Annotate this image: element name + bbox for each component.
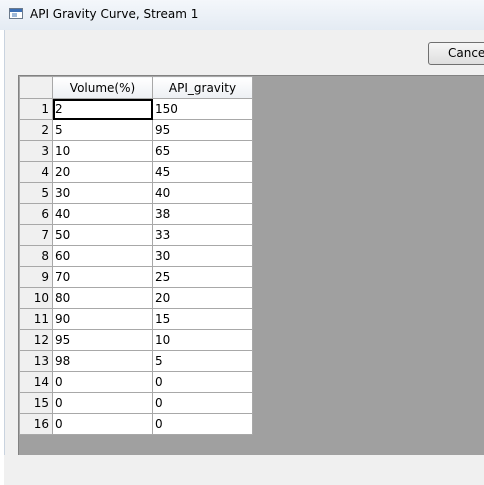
row-header[interactable]: 2 bbox=[19, 119, 53, 141]
api-gravity-cell[interactable]: 65 bbox=[152, 140, 253, 162]
table-row: 14 0 0 bbox=[19, 371, 253, 393]
api-gravity-cell[interactable]: 33 bbox=[152, 224, 253, 246]
row-header[interactable]: 8 bbox=[19, 245, 53, 267]
api-gravity-cell[interactable]: 95 bbox=[152, 119, 253, 141]
table-row: 9 70 25 bbox=[19, 266, 253, 288]
table-row: 11 90 15 bbox=[19, 308, 253, 330]
volume-cell[interactable]: 90 bbox=[52, 308, 153, 330]
api-gravity-cell[interactable]: 30 bbox=[152, 245, 253, 267]
column-header-api-gravity[interactable]: API_gravity bbox=[152, 76, 253, 99]
volume-cell[interactable]: 40 bbox=[52, 203, 153, 225]
row-header[interactable]: 9 bbox=[19, 266, 53, 288]
row-header[interactable]: 1 bbox=[19, 98, 53, 120]
api-gravity-cell[interactable]: 150 bbox=[152, 98, 253, 120]
volume-cell[interactable]: 0 bbox=[52, 413, 153, 435]
api-gravity-cell[interactable]: 0 bbox=[152, 413, 253, 435]
volume-cell[interactable]: 98 bbox=[52, 350, 153, 372]
row-header[interactable]: 6 bbox=[19, 203, 53, 225]
table-row: 4 20 45 bbox=[19, 161, 253, 183]
row-header[interactable]: 7 bbox=[19, 224, 53, 246]
table-row: 13 98 5 bbox=[19, 350, 253, 372]
api-gravity-cell[interactable]: 25 bbox=[152, 266, 253, 288]
table-row: 3 10 65 bbox=[19, 140, 253, 162]
row-header[interactable]: 10 bbox=[19, 287, 53, 309]
api-gravity-table: Volume(%) API_gravity 1 2 150 2 5 95 3 10 65 4 20 4… bbox=[19, 76, 253, 435]
table-row: 6 40 38 bbox=[19, 203, 253, 225]
row-header[interactable]: 14 bbox=[19, 371, 53, 393]
table-row: 10 80 20 bbox=[19, 287, 253, 309]
table-row: 1 2 150 bbox=[19, 98, 253, 120]
volume-cell[interactable]: 95 bbox=[52, 329, 153, 351]
row-header[interactable]: 3 bbox=[19, 140, 53, 162]
api-gravity-cell[interactable]: 5 bbox=[152, 350, 253, 372]
volume-cell[interactable]: 2 bbox=[52, 98, 153, 120]
bottom-strip bbox=[4, 455, 484, 485]
table-row: 16 0 0 bbox=[19, 413, 253, 435]
api-gravity-cell[interactable]: 38 bbox=[152, 203, 253, 225]
volume-cell[interactable]: 30 bbox=[52, 182, 153, 204]
cancel-button[interactable]: Cancel bbox=[428, 42, 484, 65]
window-title: API Gravity Curve, Stream 1 bbox=[30, 7, 199, 21]
volume-cell[interactable]: 60 bbox=[52, 245, 153, 267]
volume-cell[interactable]: 5 bbox=[52, 119, 153, 141]
volume-cell[interactable]: 0 bbox=[52, 371, 153, 393]
row-header[interactable]: 13 bbox=[19, 350, 53, 372]
volume-cell[interactable]: 70 bbox=[52, 266, 153, 288]
api-gravity-cell[interactable]: 0 bbox=[152, 371, 253, 393]
api-gravity-cell[interactable]: 40 bbox=[152, 182, 253, 204]
api-gravity-cell[interactable]: 15 bbox=[152, 308, 253, 330]
volume-cell[interactable]: 20 bbox=[52, 161, 153, 183]
api-gravity-cell[interactable]: 20 bbox=[152, 287, 253, 309]
app-window-icon bbox=[9, 8, 23, 19]
grid-corner[interactable] bbox=[19, 76, 53, 99]
api-gravity-cell[interactable]: 10 bbox=[152, 329, 253, 351]
table-row: 7 50 33 bbox=[19, 224, 253, 246]
table-row: 5 30 40 bbox=[19, 182, 253, 204]
row-header[interactable]: 15 bbox=[19, 392, 53, 414]
row-header[interactable]: 4 bbox=[19, 161, 53, 183]
api-gravity-cell[interactable]: 0 bbox=[152, 392, 253, 414]
api-gravity-cell[interactable]: 45 bbox=[152, 161, 253, 183]
row-header[interactable]: 11 bbox=[19, 308, 53, 330]
title-bar[interactable]: API Gravity Curve, Stream 1 bbox=[0, 0, 484, 30]
table-row: 15 0 0 bbox=[19, 392, 253, 414]
table-row: 12 95 10 bbox=[19, 329, 253, 351]
column-header-volume[interactable]: Volume(%) bbox=[52, 76, 153, 99]
table-row: 2 5 95 bbox=[19, 119, 253, 141]
row-header[interactable]: 16 bbox=[19, 413, 53, 435]
volume-cell[interactable]: 10 bbox=[52, 140, 153, 162]
row-header[interactable]: 12 bbox=[19, 329, 53, 351]
volume-cell[interactable]: 0 bbox=[52, 392, 153, 414]
table-row: 8 60 30 bbox=[19, 245, 253, 267]
data-grid[interactable]: Volume(%) API_gravity 1 2 150 2 5 95 3 10 65 4 20 4… bbox=[18, 75, 484, 455]
volume-cell[interactable]: 80 bbox=[52, 287, 153, 309]
row-header[interactable]: 5 bbox=[19, 182, 53, 204]
volume-cell[interactable]: 50 bbox=[52, 224, 153, 246]
